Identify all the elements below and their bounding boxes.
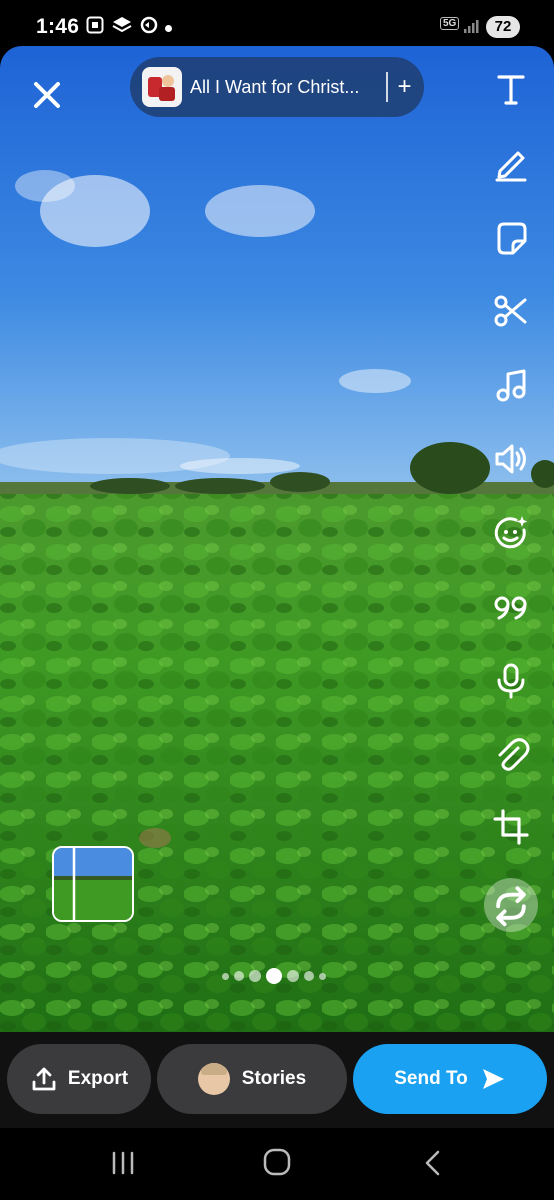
text-icon xyxy=(497,75,525,105)
battery-indicator: 72 xyxy=(486,16,520,38)
page-dot xyxy=(222,972,229,980)
loop-icon xyxy=(496,886,526,927)
stories-button[interactable]: Stories xyxy=(157,1044,347,1114)
page-dot xyxy=(249,970,261,982)
scissors-tool-button[interactable] xyxy=(490,290,532,332)
sound-tool-button[interactable] xyxy=(490,438,532,480)
network-5g-indicator: 5G xyxy=(440,17,460,30)
export-icon xyxy=(32,1067,56,1091)
song-divider xyxy=(386,72,388,102)
home-icon[interactable] xyxy=(262,1147,292,1177)
status-bar: 1:46 5G 72 xyxy=(0,0,554,50)
notification-dot xyxy=(165,25,172,32)
send-arrow-icon xyxy=(482,1069,504,1089)
page-dot xyxy=(304,971,314,981)
thumbnail-image xyxy=(54,848,132,920)
text-tool-button[interactable] xyxy=(490,68,532,110)
scissors-icon xyxy=(494,295,527,327)
sticker-tool-button[interactable] xyxy=(490,217,532,259)
voiceover-tool-button[interactable] xyxy=(490,660,532,702)
lens-icon xyxy=(494,516,528,549)
add-song-button[interactable]: + xyxy=(398,73,412,101)
export-button[interactable]: Export xyxy=(7,1044,151,1114)
sticker-icon xyxy=(497,222,527,255)
crop-tool-button[interactable] xyxy=(490,806,532,848)
song-pill[interactable]: All I Want for Christ... + xyxy=(130,57,424,117)
recent-apps-icon[interactable] xyxy=(108,1148,138,1178)
quote-icon xyxy=(494,596,527,620)
layers-icon xyxy=(112,17,132,33)
page-dot xyxy=(287,970,299,982)
media-thumbnail[interactable] xyxy=(52,846,134,922)
lens-tool-button[interactable] xyxy=(490,512,532,554)
song-title: All I Want for Christ... xyxy=(190,76,360,97)
send-to-button[interactable]: Send To xyxy=(353,1044,547,1114)
music-icon xyxy=(496,369,526,402)
page-dot xyxy=(319,972,326,980)
draw-tool-button[interactable] xyxy=(490,142,532,184)
page-indicator xyxy=(222,968,326,984)
avatar xyxy=(197,1063,230,1095)
paperclip-icon xyxy=(498,738,530,771)
loop-tool-button[interactable] xyxy=(484,878,538,932)
back-icon[interactable] xyxy=(418,1148,448,1178)
send-to-label: Send To xyxy=(394,1068,468,1089)
status-notification-icons xyxy=(86,16,158,34)
signal-icon xyxy=(464,20,479,33)
attach-tool-button[interactable] xyxy=(490,734,532,776)
music-tool-button[interactable] xyxy=(490,364,532,406)
page-dot xyxy=(234,971,244,981)
mic-icon xyxy=(497,663,525,699)
crop-icon xyxy=(493,809,529,845)
screenshot-icon xyxy=(86,16,104,34)
speaker-icon xyxy=(495,444,526,474)
stories-label: Stories xyxy=(241,1068,307,1089)
system-nav-bar xyxy=(0,1128,554,1200)
sync-icon xyxy=(140,16,158,34)
export-label: Export xyxy=(67,1068,129,1089)
pen-icon xyxy=(495,151,527,182)
quote-tool-button[interactable] xyxy=(490,586,532,628)
close-icon[interactable] xyxy=(30,78,64,112)
media-preview[interactable]: All I Want for Christ... + xyxy=(0,46,554,1032)
song-cover-art xyxy=(142,67,182,107)
status-time: 1:46 xyxy=(36,15,80,38)
page-dot-active xyxy=(266,968,282,984)
